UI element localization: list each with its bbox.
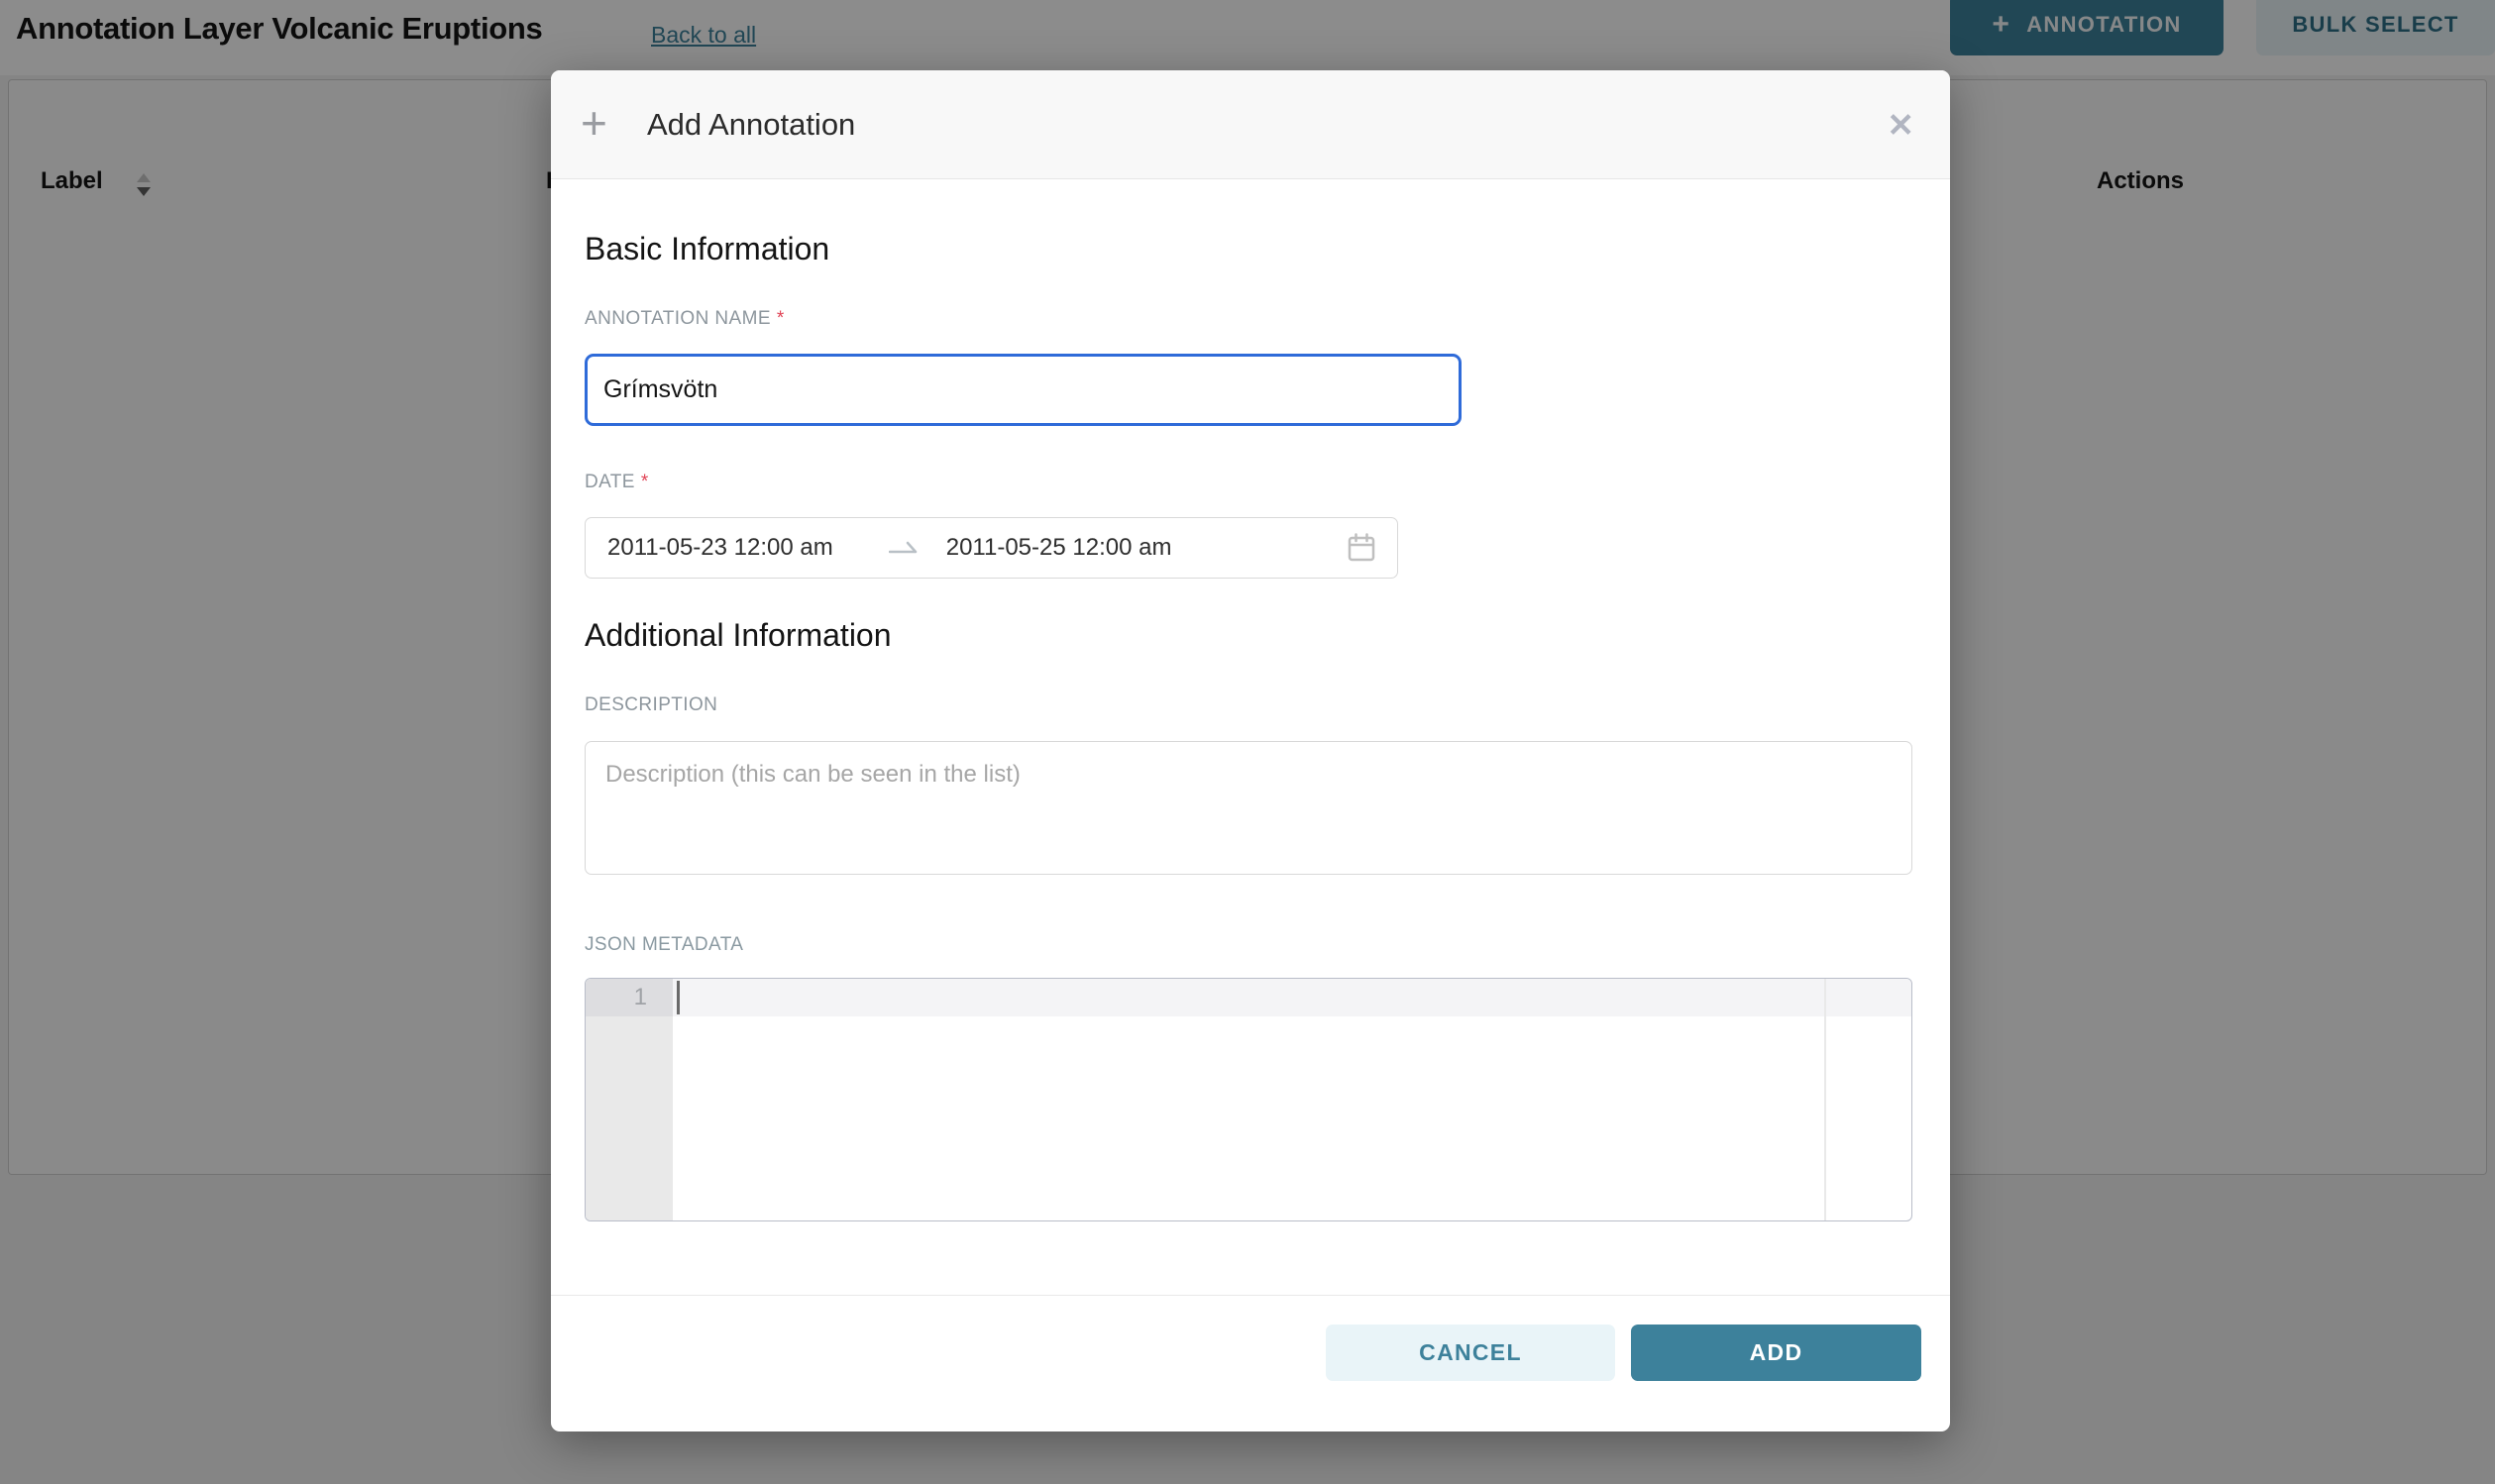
annotation-name-value: Grímsvötn: [603, 375, 717, 404]
json-metadata-label: JSON METADATA: [585, 934, 743, 956]
json-metadata-editor[interactable]: 1: [585, 978, 1912, 1221]
date-end-value[interactable]: 2011-05-25 12:00 am: [946, 534, 1172, 562]
additional-information-heading: Additional Information: [585, 617, 892, 654]
editor-line-number: 1: [586, 979, 673, 1016]
add-button[interactable]: ADD: [1631, 1325, 1921, 1381]
annotation-name-label-text: ANNOTATION NAME: [585, 308, 771, 329]
cancel-button[interactable]: CANCEL: [1326, 1325, 1615, 1381]
description-label: DESCRIPTION: [585, 694, 717, 716]
basic-information-heading: Basic Information: [585, 231, 829, 267]
text-cursor: [677, 981, 680, 1014]
editor-active-line: [673, 979, 1911, 1016]
arrow-right-icon: [889, 540, 919, 556]
add-annotation-modal: + Add Annotation ✕ Basic Information ANN…: [551, 70, 1950, 1431]
modal-title: Add Annotation: [647, 107, 855, 143]
date-start-value[interactable]: 2011-05-23 12:00 am: [607, 534, 833, 562]
app-root: Annotation Layer Volcanic Eruptions Back…: [0, 0, 2495, 1484]
editor-print-margin: [1824, 979, 1826, 1220]
required-asterisk: *: [777, 308, 785, 329]
description-placeholder: Description (this can be seen in the lis…: [605, 761, 1021, 788]
required-asterisk: *: [641, 472, 649, 492]
date-range-picker[interactable]: 2011-05-23 12:00 am 2011-05-25 12:00 am: [585, 517, 1398, 579]
plus-icon: +: [581, 100, 607, 146]
description-textarea[interactable]: Description (this can be seen in the lis…: [585, 741, 1912, 875]
annotation-name-input[interactable]: Grímsvötn: [585, 354, 1462, 426]
modal-header: + Add Annotation ✕: [551, 70, 1950, 179]
annotation-name-label: ANNOTATION NAME *: [585, 308, 785, 330]
calendar-icon: [1348, 533, 1375, 563]
date-label-text: DATE: [585, 472, 635, 492]
modal-footer-divider: [551, 1295, 1950, 1296]
date-label: DATE *: [585, 472, 649, 493]
close-icon[interactable]: ✕: [1887, 108, 1914, 141]
